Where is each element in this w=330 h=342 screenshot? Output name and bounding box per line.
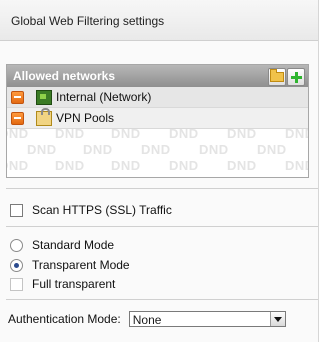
authentication-mode-label: Authentication Mode: bbox=[8, 312, 121, 326]
dnd-watermark: DND bbox=[169, 129, 199, 141]
dnd-watermark: DND bbox=[7, 129, 29, 141]
network-row-label: VPN Pools bbox=[56, 111, 115, 125]
dnd-watermark: DND bbox=[111, 158, 141, 173]
authentication-mode-value: None bbox=[132, 313, 162, 327]
allowed-networks-header: Allowed networks bbox=[7, 65, 308, 87]
scan-https-option[interactable]: Scan HTTPS (SSL) Traffic bbox=[10, 203, 172, 217]
vpn-lock-icon bbox=[36, 107, 52, 126]
browse-folder-button[interactable] bbox=[268, 68, 286, 86]
scan-https-label: Scan HTTPS (SSL) Traffic bbox=[32, 203, 172, 217]
standard-mode-label: Standard Mode bbox=[32, 238, 115, 252]
dnd-watermark: DND bbox=[55, 158, 85, 173]
section-divider bbox=[6, 188, 318, 189]
dnd-watermark: DND bbox=[199, 142, 229, 157]
standard-mode-radio[interactable] bbox=[10, 238, 23, 252]
transparent-mode-option[interactable]: Transparent Mode bbox=[10, 258, 130, 272]
right-edge-strip bbox=[318, 0, 330, 342]
transparent-mode-radio[interactable] bbox=[10, 258, 23, 272]
dnd-watermark: DND bbox=[227, 158, 257, 173]
dnd-watermark: DND bbox=[27, 142, 57, 157]
dnd-watermark: DND bbox=[285, 129, 308, 141]
network-row[interactable]: Internal (Network) bbox=[7, 87, 308, 108]
network-icon bbox=[36, 89, 52, 105]
full-transparent-checkbox[interactable] bbox=[10, 277, 23, 291]
allowed-networks-title: Allowed networks bbox=[13, 69, 116, 83]
plus-icon bbox=[290, 71, 302, 83]
chevron-down-icon[interactable] bbox=[269, 312, 285, 326]
drop-zone[interactable]: DND DND DND DND DND DND DND DND DND DND … bbox=[7, 129, 308, 177]
network-row-label: Internal (Network) bbox=[56, 90, 152, 104]
delete-icon[interactable] bbox=[11, 111, 24, 125]
scan-https-checkbox[interactable] bbox=[10, 203, 23, 217]
dnd-watermark: DND bbox=[169, 158, 199, 173]
full-transparent-label: Full transparent bbox=[32, 277, 116, 291]
network-row[interactable]: VPN Pools bbox=[7, 107, 308, 129]
add-network-button[interactable] bbox=[287, 68, 305, 86]
authentication-mode-select[interactable]: None bbox=[128, 311, 286, 327]
full-transparent-option[interactable]: Full transparent bbox=[10, 277, 115, 291]
dnd-watermark: DND bbox=[7, 158, 29, 173]
dnd-watermark: DND bbox=[141, 142, 171, 157]
panel-header: Global Web Filtering settings bbox=[0, 0, 318, 41]
authentication-row: Authentication Mode: None bbox=[8, 311, 286, 327]
section-divider bbox=[6, 226, 318, 227]
standard-mode-option[interactable]: Standard Mode bbox=[10, 238, 114, 252]
dnd-watermark: DND bbox=[227, 129, 257, 141]
transparent-mode-label: Transparent Mode bbox=[32, 258, 130, 272]
dnd-watermark: DND bbox=[285, 158, 308, 173]
delete-icon[interactable] bbox=[11, 90, 24, 104]
dnd-watermark: DND bbox=[111, 129, 141, 141]
allowed-networks-box: Allowed networks Internal (Network) VPN … bbox=[6, 64, 309, 178]
section-divider bbox=[6, 299, 318, 300]
folder-icon bbox=[270, 69, 284, 82]
dnd-watermark: DND bbox=[83, 142, 113, 157]
panel-title: Global Web Filtering settings bbox=[11, 14, 165, 28]
dnd-watermark: DND bbox=[55, 129, 85, 141]
dnd-watermark: DND bbox=[257, 142, 287, 157]
